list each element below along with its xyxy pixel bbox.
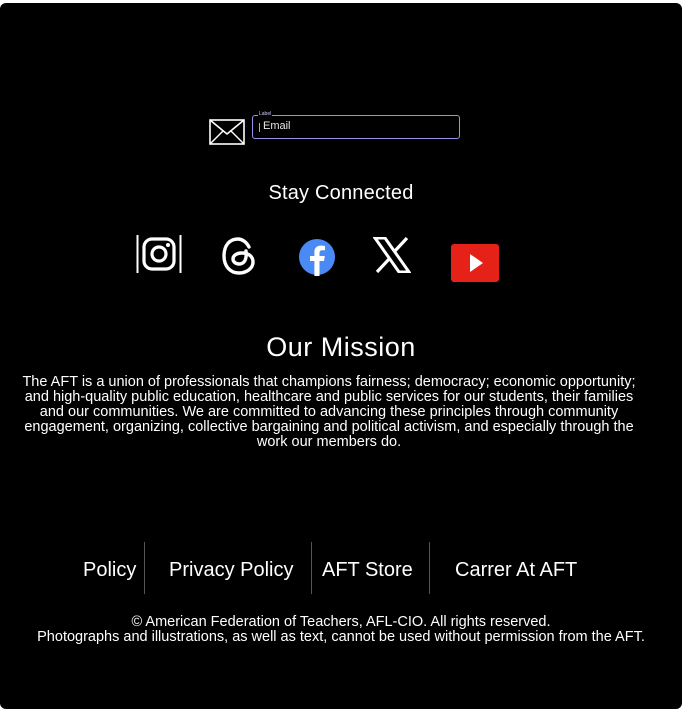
mission-title: Our Mission (266, 332, 416, 362)
privacy-policy-link[interactable]: Privacy Policy (169, 559, 293, 582)
mission-text: The AFT is a union of professionals that… (22, 374, 636, 450)
footer-divider (311, 542, 312, 594)
email-field-label: Label (258, 111, 273, 118)
instagram-icon[interactable] (136, 234, 182, 274)
mail-icon (209, 119, 245, 145)
email-field[interactable]: Label (252, 111, 460, 139)
email-input[interactable] (263, 118, 453, 134)
facebook-icon[interactable] (298, 238, 336, 276)
permission-link[interactable]: . (641, 629, 645, 645)
policy-link[interactable]: Policy (83, 559, 136, 582)
footer-divider (429, 542, 430, 594)
x-icon[interactable] (373, 237, 411, 273)
stay-connected-heading: Stay Connected (268, 182, 414, 204)
youtube-icon[interactable] (451, 244, 499, 282)
aft-store-link[interactable]: AFT Store (322, 559, 413, 582)
careers-link[interactable]: Carrer At AFT (455, 559, 577, 582)
permission-text: Photographs and illustrations, as well a… (37, 629, 641, 645)
threads-icon[interactable] (221, 237, 257, 275)
footer-divider (144, 542, 145, 594)
footer-panel: Label Stay Connected Our Mission The AFT… (0, 3, 682, 709)
copyright-line: © American Federation of Teachers, AFL-C… (131, 614, 551, 630)
text-caret (259, 123, 260, 132)
permission-line: Photographs and illustrations, as well a… (0, 630, 682, 645)
copyright-notice: © American Federation of Teachers, AFL-C… (0, 615, 682, 645)
